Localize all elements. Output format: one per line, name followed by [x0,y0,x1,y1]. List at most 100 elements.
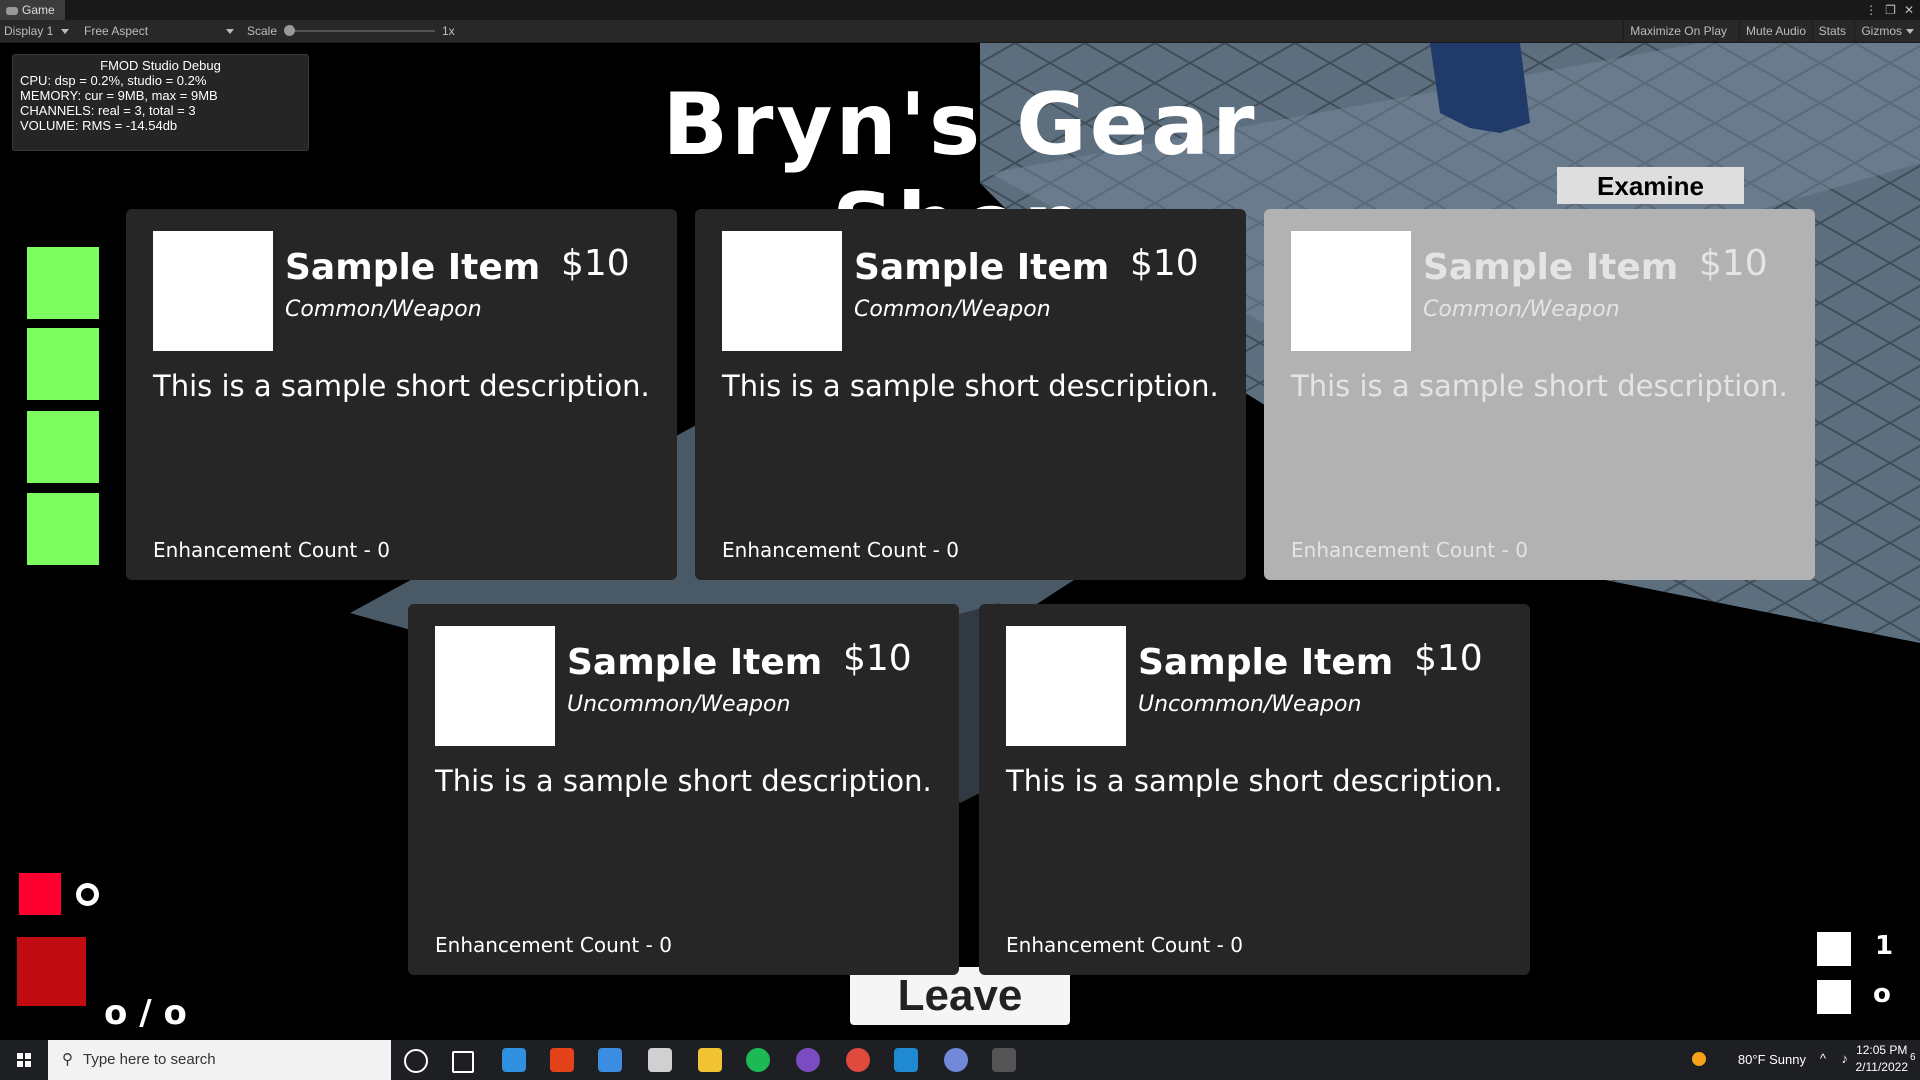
item-price: $10 [1699,243,1768,284]
game-view: FMOD Studio Debug CPU: dsp = 0.2%, studi… [0,43,1920,1040]
stats-toggle[interactable]: Stats [1811,20,1852,42]
clock[interactable]: 12:05 PM 2/11/2022 [1856,1042,1909,1076]
health-slot [27,411,99,483]
shop-item-card-selected[interactable]: Sample Item $10 Common/Weapon This is a … [1264,209,1815,580]
item-description: This is a sample short description. [722,369,1219,403]
inventory-count: o [1873,979,1891,1009]
chevron-down-icon [1906,29,1914,34]
chevron-down-icon [61,29,70,34]
shop-item-card[interactable]: Sample Item $10 Common/Weapon This is a … [695,209,1246,580]
item-thumbnail [722,231,842,351]
store-icon[interactable] [598,1048,622,1072]
close-icon[interactable]: ✕ [1904,3,1914,17]
inventory-count: 1 [1875,931,1894,961]
mail-icon[interactable] [502,1048,526,1072]
volume-icon[interactable]: ♪ [1842,1051,1849,1066]
aspect-dropdown[interactable]: Free Aspect [84,20,234,42]
item-enhancement-count: Enhancement Count - 0 [1291,538,1528,562]
item-enhancement-count: Enhancement Count - 0 [435,933,672,957]
file-explorer-icon[interactable] [698,1048,722,1072]
mute-audio-toggle[interactable]: Mute Audio [1738,20,1812,42]
weather-text: 80°F Sunny [1737,1052,1806,1067]
fmod-line: VOLUME: RMS = -14.54db [20,118,178,133]
item-rarity: Common/Weapon [285,297,482,322]
inventory-slot [1817,980,1851,1014]
item-enhancement-count: Enhancement Count - 0 [1006,933,1243,957]
spotify-icon[interactable] [746,1048,770,1072]
search-icon: ⚲ [62,1051,73,1068]
office-icon[interactable] [550,1048,574,1072]
item-enhancement-count: Enhancement Count - 0 [722,538,959,562]
item-description: This is a sample short description. [153,369,650,403]
cortana-icon[interactable] [404,1049,428,1073]
unity-icon[interactable] [992,1048,1016,1072]
item-name: Sample Item [854,247,1110,288]
chrome-icon[interactable] [846,1048,870,1072]
time: 12:05 PM [1856,1043,1908,1057]
item-rarity: Common/Weapon [1423,297,1620,322]
discord-icon[interactable] [944,1048,968,1072]
item-name: Sample Item [1138,642,1394,683]
more-icon[interactable]: ⋮ [1865,3,1877,17]
windows-start-icon[interactable] [0,1040,48,1080]
vscode-icon[interactable] [894,1048,918,1072]
item-name: Sample Item [285,247,541,288]
taskbar: ⚲ Type here to search 80°F Sunny ^ ♪ 12:0… [0,1040,1920,1080]
gizmos-dropdown[interactable]: Gizmos [1854,20,1920,42]
app-icon[interactable] [648,1048,672,1072]
github-icon[interactable] [796,1048,820,1072]
fmod-line: MEMORY: cur = 9MB, max = 9MB [20,88,218,103]
scale-slider-handle[interactable] [284,25,295,36]
maximize-window-icon[interactable]: ❐ [1885,3,1896,17]
display-dropdown[interactable]: Display 1 [4,20,70,42]
weather-icon [1692,1052,1706,1066]
leave-button[interactable]: Leave [850,967,1070,1025]
task-view-icon[interactable] [452,1051,474,1073]
item-name: Sample Item [1423,247,1679,288]
item-description: This is a sample short description. [1291,369,1788,403]
notification-count[interactable]: 6 [1910,1052,1920,1063]
fmod-debug-panel: FMOD Studio Debug CPU: dsp = 0.2%, studi… [12,54,309,151]
fmod-title: FMOD Studio Debug [100,58,221,73]
item-thumbnail [153,231,273,351]
tab-actions: ⋮ ❐ ✕ [1857,0,1914,20]
item-thumbnail [435,626,555,746]
ratio-counter: o / o [104,993,187,1033]
chevron-down-icon [226,29,234,34]
fmod-line: CHANNELS: real = 3, total = 3 [20,103,196,118]
examine-button[interactable]: Examine [1557,167,1744,204]
ring-icon [76,883,99,906]
item-name: Sample Item [567,642,823,683]
item-rarity: Uncommon/Weapon [567,692,791,717]
editor-tab-bar: Game ⋮ ❐ ✕ [0,0,1920,21]
shop-item-card[interactable]: Sample Item $10 Uncommon/Weapon This is … [979,604,1530,975]
maximize-on-play-toggle[interactable]: Maximize On Play [1623,20,1733,42]
item-thumbnail [1291,231,1411,351]
health-slot [27,247,99,319]
health-slot [27,328,99,400]
item-rarity: Common/Weapon [854,297,1051,322]
health-slot [27,493,99,565]
item-price: $10 [1130,243,1199,284]
item-price: $10 [1414,638,1483,679]
gamepad-icon [6,7,18,15]
scale-slider[interactable] [290,30,435,32]
shop-item-card[interactable]: Sample Item $10 Common/Weapon This is a … [126,209,677,580]
item-price: $10 [843,638,912,679]
scale-value: 1x [442,24,455,38]
item-rarity: Uncommon/Weapon [1138,692,1362,717]
inventory-slot [1817,932,1851,966]
item-description: This is a sample short description. [435,764,932,798]
item-enhancement-count: Enhancement Count - 0 [153,538,390,562]
ability-slot-large [17,937,86,1006]
game-toolbar: Display 1 Free Aspect Scale 1x Maximize … [0,20,1920,43]
chevron-up-icon[interactable]: ^ [1820,1051,1826,1066]
fmod-line: CPU: dsp = 0.2%, studio = 0.2% [20,73,207,88]
ability-slot [19,873,61,915]
tab-game[interactable]: Game [0,0,65,20]
item-thumbnail [1006,626,1126,746]
taskbar-search[interactable]: ⚲ Type here to search [48,1040,391,1080]
item-price: $10 [561,243,630,284]
item-description: This is a sample short description. [1006,764,1503,798]
shop-item-card[interactable]: Sample Item $10 Uncommon/Weapon This is … [408,604,959,975]
